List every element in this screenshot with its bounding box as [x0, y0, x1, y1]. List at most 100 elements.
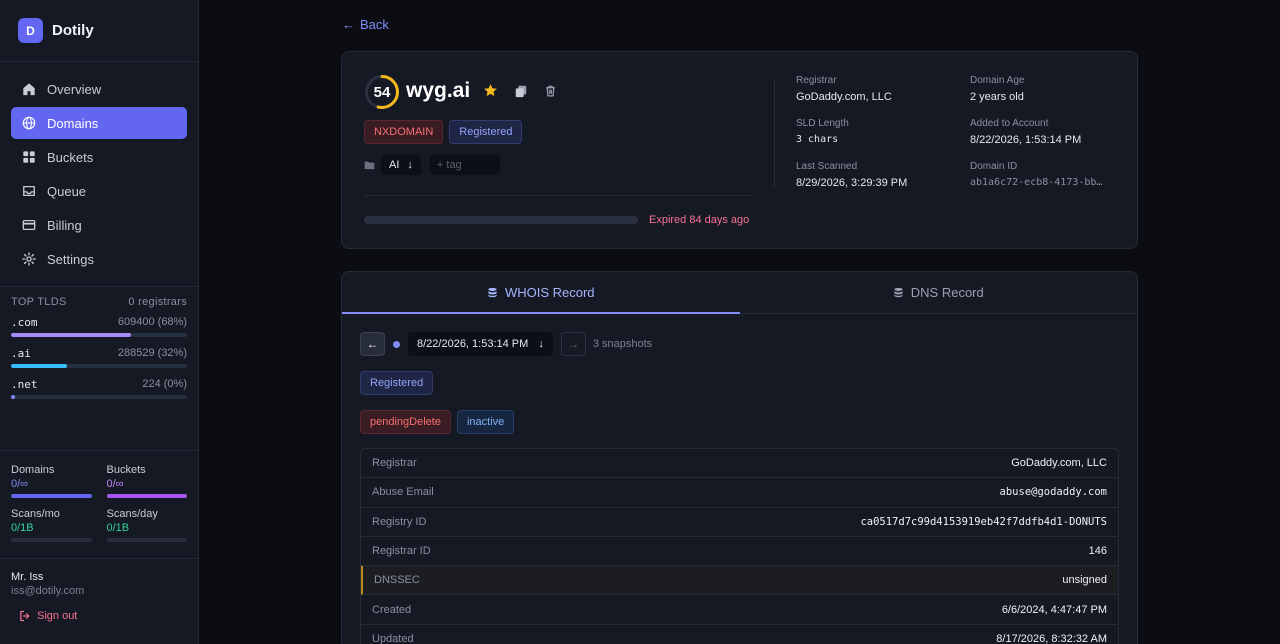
tld-share-bar	[11, 395, 187, 399]
tld-item: .net 224 (0%)	[11, 378, 187, 399]
tab-label: DNS Record	[910, 285, 984, 300]
domain-summary-card: 54 wyg.ai NXDOMAIN Registered AI ↓ + tag	[341, 51, 1138, 249]
nxdomain-badge: NXDOMAIN	[364, 120, 444, 144]
inbox-icon	[22, 184, 36, 198]
snapshot-date: 8/22/2026, 1:53:14 PM	[417, 338, 529, 350]
sidebar-item-queue[interactable]: Queue	[11, 175, 187, 207]
snapshot-nav: ← 8/22/2026, 1:53:14 PM ↓ → 3 snapshots	[360, 332, 652, 356]
sidebar-item-domains[interactable]: Domains	[11, 107, 187, 139]
info-label: Last Scanned	[796, 161, 858, 172]
sidebar-item-overview[interactable]: Overview	[11, 73, 187, 105]
info-label: Domain Age	[970, 75, 1025, 86]
grid-icon	[22, 150, 36, 164]
tld-count: 609400 (68%)	[117, 316, 187, 328]
usage-label: Scans/day	[106, 508, 158, 520]
tag-chip[interactable]: AI ↓	[381, 155, 421, 175]
table-row: Updated 8/17/2026, 8:32:32 AM	[361, 625, 1118, 644]
info-value: 3 chars	[796, 134, 839, 145]
info-label: Added to Account	[970, 118, 1049, 129]
snapshot-dot	[393, 340, 400, 348]
tab-whois[interactable]: WHOIS Record	[342, 272, 740, 314]
sidebar-item-label: Domains	[47, 115, 99, 131]
arrow-right-icon: →	[567, 337, 580, 351]
arrow-down-icon: ↓	[407, 159, 413, 171]
arrow-left-icon: ←	[366, 337, 379, 351]
prev-snapshot-button[interactable]: ←	[360, 332, 385, 356]
back-label: Back	[360, 17, 389, 32]
top-tlds-title: TOP TLDS	[11, 296, 67, 308]
usage-bar	[106, 494, 187, 498]
usage-value: 0/1B	[11, 522, 34, 534]
tld-share-bar	[11, 364, 187, 368]
usage-bar	[106, 538, 187, 542]
row-key: Updated	[372, 632, 414, 644]
sld-length-info: SLD Length 3 chars	[796, 118, 849, 145]
usage-fill	[11, 494, 92, 498]
usage-label: Domains	[11, 464, 55, 476]
info-value: 8/22/2026, 1:53:14 PM	[970, 134, 1082, 146]
brand[interactable]: D Dotily	[0, 0, 198, 62]
table-row: Registrar ID 146	[361, 537, 1118, 567]
usage-bar	[11, 494, 92, 498]
divider	[774, 80, 775, 188]
tab-dns[interactable]: DNS Record	[740, 272, 1138, 313]
back-link[interactable]: ← Back	[342, 17, 389, 32]
info-value: 8/29/2026, 3:29:39 PM	[796, 177, 908, 189]
tld-item: .com 609400 (68%)	[11, 316, 187, 337]
credit-card-icon	[22, 218, 36, 232]
globe-icon	[22, 116, 36, 130]
sidebar-item-label: Overview	[47, 81, 102, 97]
tld-name: .com	[11, 316, 38, 329]
pending-delete-badge: pendingDelete	[360, 410, 451, 434]
row-key: Created	[372, 603, 412, 616]
sign-out-button[interactable]: Sign out	[11, 610, 187, 622]
table-row: DNSSEC unsigned	[361, 566, 1118, 596]
score-ring: 54	[364, 74, 400, 110]
logout-icon	[20, 610, 30, 622]
tabs: WHOIS Record DNS Record	[342, 272, 1137, 314]
row-key: Registrar ID	[372, 545, 431, 558]
row-key: Registrar	[372, 457, 417, 470]
usage-item: Buckets 0/∞	[106, 464, 187, 498]
registrars-count: 0 registrars	[128, 296, 187, 308]
sidebar-item-settings[interactable]: Settings	[11, 243, 187, 275]
user-email: iss@dotily.com	[11, 585, 85, 597]
main-content: ← Back 54 wyg.ai NXDOMAIN Registered AI …	[199, 0, 1280, 644]
tld-item: .ai 288529 (32%)	[11, 347, 187, 368]
info-value: ab1a6c72-ecb8-4173-bb…	[970, 177, 1103, 188]
info-value: GoDaddy.com, LLC	[796, 91, 892, 103]
table-row: Registry ID ca0517d7c99d4153919eb42f7ddf…	[361, 508, 1118, 537]
snapshot-select[interactable]: 8/22/2026, 1:53:14 PM ↓	[408, 332, 553, 356]
domain-id-info: Domain ID ab1a6c72-ecb8-4173-bb…	[970, 161, 1102, 188]
next-snapshot-button[interactable]: →	[560, 332, 586, 356]
copy-icon[interactable]	[514, 84, 528, 98]
records-card: WHOIS Record DNS Record ← 8/22/2026, 1:5…	[341, 271, 1138, 644]
home-icon	[22, 82, 36, 96]
tab-label: WHOIS Record	[504, 285, 595, 300]
row-value: 6/6/2024, 4:47:47 PM	[1001, 603, 1107, 616]
usage-value: 0/∞	[106, 478, 124, 490]
usage-value: 0/1B	[106, 522, 130, 534]
row-key: Abuse Email	[372, 486, 434, 499]
sidebar-nav: Overview Domains Buckets Queue Billing S…	[0, 62, 198, 275]
table-row: Created 6/6/2024, 4:47:47 PM	[361, 595, 1118, 625]
score-value: 54	[373, 83, 391, 101]
divider	[364, 195, 752, 196]
row-value: 146	[1088, 545, 1107, 558]
tag-input[interactable]: + tag	[429, 155, 500, 175]
user-panel: Mr. Iss iss@dotily.com Sign out	[0, 558, 198, 622]
sidebar-item-billing[interactable]: Billing	[11, 209, 187, 241]
usage-value: 0/∞	[11, 478, 29, 490]
star-icon[interactable]	[483, 83, 498, 98]
whois-table: Registrar GoDaddy.com, LLC Abuse Email ab…	[360, 448, 1119, 644]
tld-share-bar	[11, 333, 187, 337]
trash-icon[interactable]	[544, 84, 557, 98]
top-tlds: TOP TLDS 0 registrars .com 609400 (68%) …	[0, 287, 198, 399]
expiry-progress	[364, 216, 638, 224]
usage-label: Scans/mo	[11, 508, 60, 520]
sidebar: D Dotily Overview Domains Buckets Queue	[0, 0, 199, 644]
registrar-info: Registrar GoDaddy.com, LLC	[796, 75, 892, 103]
status-badge: Registered	[449, 120, 523, 144]
row-value: unsigned	[1062, 574, 1107, 587]
sidebar-item-buckets[interactable]: Buckets	[11, 141, 187, 173]
